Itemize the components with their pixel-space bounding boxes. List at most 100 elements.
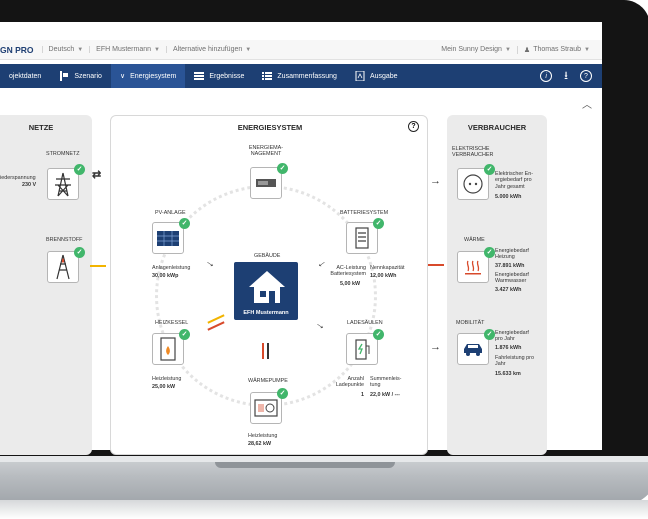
check-icon: ✓ (277, 163, 288, 174)
pv-info: Anlagenleistung (152, 265, 191, 271)
heat-icon (465, 260, 481, 275)
tab-label: Ergebnisse (209, 72, 245, 80)
battery-icon (355, 227, 369, 249)
language-label: Deutsch (48, 46, 75, 53)
laptop-notch (215, 462, 395, 468)
waermepumpe-value: 28,62 kW (248, 441, 272, 447)
energy-manager-icon (256, 179, 276, 187)
ladesaeulen-info2: Summenleis- tung (370, 376, 402, 389)
socket-icon (463, 174, 483, 194)
stromnetz-label: STROMNETZ (46, 151, 80, 157)
elektrisch-label: ELEKTRISCHE VERBRAUCHER (452, 146, 494, 159)
building-box[interactable]: EFH Mustermann (234, 262, 298, 320)
elektrisch-value: 5.000 kWh (495, 194, 522, 200)
batterie-info2: Nennkapazität (370, 265, 405, 271)
help-icon[interactable]: ? (408, 121, 419, 132)
brennstoff-label: BRENNSTOFF (46, 237, 83, 243)
check-icon: ✓ (373, 218, 384, 229)
tab-label: Ausgabe (369, 72, 398, 80)
step-nav: ojektdaten Szenario ∨ Energiesystem Erge… (0, 64, 602, 88)
tab-label: Energiesystem (130, 72, 177, 80)
check-icon: ✓ (277, 388, 288, 399)
batterie-value2: 12,00 kWh (370, 273, 397, 279)
elektrisch-info: Elektrischer En- ergiebedarf pro Jahr ge… (495, 171, 534, 190)
tab-zusammenfassung[interactable]: Zusammenfassung (253, 64, 346, 88)
tab-projektdaten[interactable]: ojektdaten (0, 64, 50, 88)
tab-label: Zusammenfassung (277, 72, 337, 80)
mobilitaet-info1: Energiebedarf pro Jahr (495, 330, 529, 343)
chevron-down-icon: ∨ (119, 73, 126, 80)
arrow-icon: → (430, 341, 441, 353)
heizkessel-value: 25,00 kW (152, 384, 176, 390)
tab-energiesystem[interactable]: ∨ Energiesystem (110, 64, 186, 88)
waerme-value2: 3.427 kWh (495, 287, 522, 293)
tab-ausgabe[interactable]: Ausgabe (346, 64, 407, 88)
waerme-info2: Energiebedarf Warmwasser (495, 272, 529, 285)
check-icon: ✓ (484, 329, 495, 340)
collapse-icon[interactable]: ︿ (582, 96, 592, 111)
heizkessel-info: Heizleistung (152, 376, 182, 382)
stromnetz-info: iederspannung (0, 175, 36, 181)
heat-pump-icon (254, 399, 278, 417)
project-select[interactable]: EFH Mustermann ▼ (89, 46, 166, 53)
check-icon: ✓ (74, 164, 85, 175)
arrow-icon: → (430, 175, 441, 187)
building-name: EFH Mustermann (243, 310, 289, 316)
chevron-down-icon: ▼ (584, 46, 590, 53)
account-menu[interactable]: Mein Sunny Design ▼ (435, 46, 517, 53)
check-icon: ✓ (484, 247, 495, 258)
verbraucher-panel (447, 115, 547, 455)
tab-label: ojektdaten (9, 72, 42, 80)
check-icon: ✓ (179, 218, 190, 229)
waerme-info1: Energiebedarf Heizung (495, 248, 529, 261)
pdf-icon (355, 71, 365, 81)
energiemanagement-label: ENERGIEMA- NAGEMENT (248, 145, 284, 158)
tab-label: Szenario (74, 72, 102, 80)
ladesaeulen-info1: Anzahl Ladepunkte (335, 376, 364, 389)
download-icon[interactable]: ⭳ (564, 67, 568, 86)
help-icon[interactable]: ? (580, 70, 592, 82)
pv-value: 30,00 kWp (152, 273, 179, 279)
house-icon (249, 271, 285, 303)
top-bar: GN PRO Deutsch ▼ EFH Mustermann ▼ Alternat… (0, 40, 602, 60)
netze-title: NETZE (28, 123, 54, 132)
check-icon: ✓ (179, 329, 190, 340)
waerme-label: WÄRME (464, 237, 485, 243)
mobilitaet-label: MOBILITÄT (456, 320, 485, 326)
add-alternative-button[interactable]: Alternative hinzufügen ▼ (165, 46, 257, 53)
info-icon[interactable]: i (540, 70, 553, 82)
tab-szenario[interactable]: Szenario (50, 64, 111, 88)
chevron-down-icon: ▼ (245, 46, 252, 53)
waermepumpe-info: Heizleistung (248, 433, 278, 439)
szenario-icon (60, 71, 69, 81)
user-icon: ♟ (523, 46, 531, 54)
brand-name: GN PRO (0, 44, 34, 55)
laptop-shadow (0, 500, 648, 519)
stromnetz-value: 230 V (22, 182, 37, 188)
verbraucher-title: VERBRAUCHER (467, 123, 527, 132)
tab-ergebnisse[interactable]: Ergebnisse (185, 64, 253, 88)
pv-label: PV-ANLAGE (155, 210, 186, 216)
ladesaeulen-value2: 22,0 kW / --- (370, 392, 400, 398)
alternative-label: Alternative hinzufügen (172, 46, 243, 53)
solar-panel-icon (157, 231, 179, 246)
mobilitaet-value2: 15.633 km (495, 371, 521, 377)
user-label: Thomas Straub (533, 46, 582, 53)
batterie-info1: AC-Leistung Batteriesystem (330, 265, 366, 278)
language-select[interactable]: Deutsch ▼ (41, 46, 90, 53)
gebaeude-label: GEBÄUDE (254, 253, 281, 259)
chevron-down-icon: ▼ (154, 46, 160, 53)
power-pylon-icon (55, 172, 71, 197)
check-icon: ✓ (484, 164, 495, 175)
batterie-label: BATTERIESYSTEM (340, 210, 389, 216)
car-icon (464, 344, 482, 356)
batterie-value1: 5,00 kW (340, 281, 361, 287)
chevron-down-icon: ▼ (77, 46, 84, 53)
user-menu[interactable]: ♟ Thomas Straub ▼ (516, 45, 596, 54)
waerme-value1: 37.891 kWh (495, 263, 525, 269)
heat-demand-arrow (428, 264, 444, 266)
check-icon: ✓ (373, 329, 384, 340)
mobilitaet-value1: 1.876 kWh (495, 345, 522, 351)
ladesaeulen-label: LADESÄULEN (347, 320, 383, 326)
mobilitaet-info2: Fahrleistung pro Jahr (495, 355, 534, 368)
